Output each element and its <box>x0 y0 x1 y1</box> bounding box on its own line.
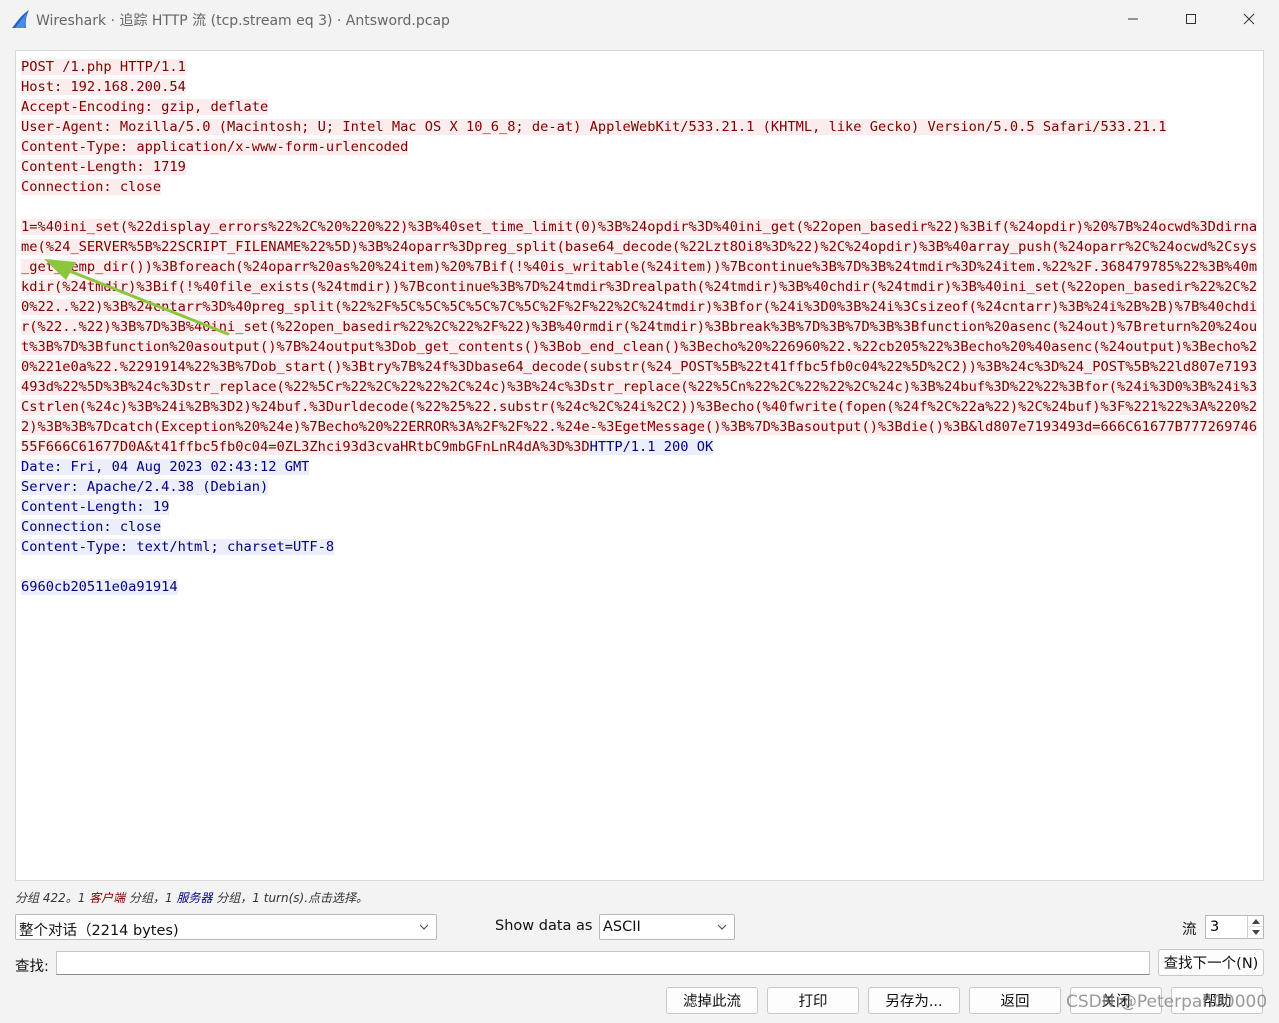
conversation-select[interactable]: 整个对话（2214 bytes) <box>15 914 437 940</box>
show-data-as-select[interactable]: ASCII <box>599 914 735 940</box>
close-window-button[interactable] <box>1220 0 1278 38</box>
maximize-icon <box>1186 14 1196 24</box>
watermark: CSDN @Peterpan00000 <box>1066 992 1268 1012</box>
title-bar[interactable]: Wireshark · 追踪 HTTP 流 (tcp.stream eq 3) … <box>0 0 1279 38</box>
maximize-button[interactable] <box>1162 0 1220 38</box>
spin-down-button[interactable] <box>1248 927 1263 938</box>
conversation-select-value: 整个对话（2214 bytes) <box>19 923 179 939</box>
stream-content-pane[interactable]: POST /1.php HTTP/1.1 Host: 192.168.200.5… <box>15 50 1264 881</box>
find-label: 查找: <box>15 959 49 975</box>
find-input[interactable] <box>56 951 1150 975</box>
stream-text: POST /1.php HTTP/1.1 Host: 192.168.200.5… <box>21 57 1258 597</box>
summary-prefix: 分组 422。1 <box>15 891 90 905</box>
summary-server-link[interactable]: 服务器 <box>176 891 212 905</box>
chevron-down-icon <box>1251 929 1260 935</box>
chevron-down-icon <box>717 924 727 930</box>
save-as-button[interactable]: 另存为... <box>868 987 960 1014</box>
back-button[interactable]: 返回 <box>969 987 1061 1014</box>
client-data: POST /1.php HTTP/1.1 Host: 192.168.200.5… <box>21 59 1258 455</box>
stream-summary[interactable]: 分组 422。1 客户端 分组，1 服务器 分组，1 turn(s).点击选择。 <box>15 889 368 906</box>
close-icon <box>1243 13 1255 25</box>
show-data-as-label: Show data as <box>495 918 593 934</box>
filter-out-stream-button[interactable]: 滤掉此流 <box>666 987 758 1014</box>
find-next-button[interactable]: 查找下一个(N) <box>1158 949 1264 976</box>
minimize-icon <box>1128 18 1138 20</box>
summary-suffix: 分组，1 turn(s).点击选择。 <box>212 891 369 905</box>
stream-number-spinbox[interactable]: 3 <box>1205 915 1264 939</box>
print-button[interactable]: 打印 <box>767 987 859 1014</box>
window-title: Wireshark · 追踪 HTTP 流 (tcp.stream eq 3) … <box>36 13 450 29</box>
chevron-down-icon <box>419 924 429 930</box>
summary-client-link[interactable]: 客户端 <box>89 891 125 905</box>
spin-up-button[interactable] <box>1248 916 1263 927</box>
minimize-button[interactable] <box>1104 0 1162 38</box>
stream-number-value: 3 <box>1210 919 1220 935</box>
chevron-up-icon <box>1251 919 1260 924</box>
wireshark-fin-icon <box>12 10 29 28</box>
stream-number-label: 流 <box>1182 922 1197 938</box>
show-data-as-value: ASCII <box>603 919 641 935</box>
summary-middle: 分组，1 <box>125 891 177 905</box>
server-data: HTTP/1.1 200 OK Date: Fri, 04 Aug 2023 0… <box>21 439 714 595</box>
